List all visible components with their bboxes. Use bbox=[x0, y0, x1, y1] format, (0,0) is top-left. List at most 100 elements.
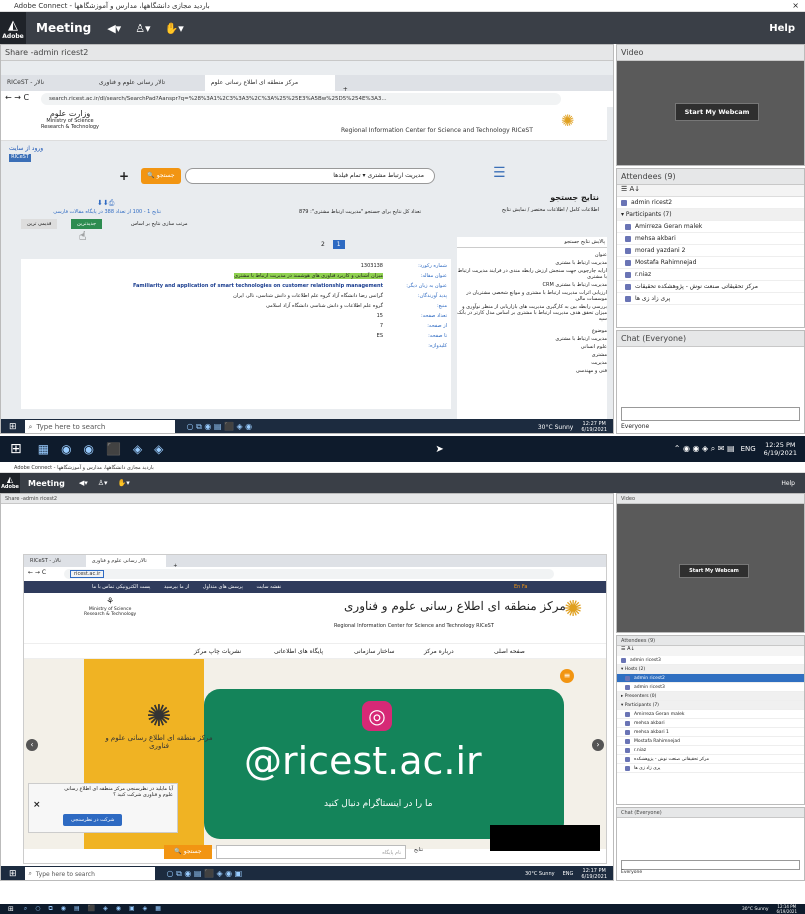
pager-item-active[interactable]: 1 bbox=[332, 240, 345, 249]
popup-survey-button[interactable]: شرکت در نظرسنجی bbox=[63, 814, 123, 826]
export-icons[interactable]: ⬇⬇⎙ bbox=[97, 199, 114, 208]
browser-tab[interactable]: RICeST - نالار bbox=[24, 555, 84, 567]
results-radio[interactable]: اطلاعات کامل / اطلاعات مختصر / نمایش نتا… bbox=[439, 207, 599, 213]
windows-start-icon[interactable]: ⊞ bbox=[10, 441, 22, 457]
nav-item[interactable]: پایگاه های اطلاعاتی bbox=[274, 644, 323, 660]
help-menu[interactable]: Help bbox=[769, 23, 795, 34]
attendees-toolbar[interactable]: ☰ A↓ bbox=[617, 185, 804, 197]
attendee-item[interactable]: r.niaz bbox=[617, 746, 804, 755]
attendee-item[interactable]: Mostafa Rahimnejad bbox=[617, 737, 804, 746]
attendee-item[interactable]: r.niaz bbox=[617, 269, 804, 281]
start-webcam-button[interactable]: Start My Webcam bbox=[679, 564, 749, 578]
close-icon[interactable]: × bbox=[792, 1, 799, 10]
attendee-item[interactable]: Amirreza Geran malek bbox=[617, 221, 804, 233]
sort-newest-button[interactable]: جدیدترین bbox=[71, 219, 103, 229]
browser-tab[interactable]: تالار رسانی علوم و فناوری bbox=[92, 75, 203, 91]
attendee-item[interactable]: پری زاد زی ها bbox=[617, 293, 804, 305]
browser-tab[interactable]: RICeST - نالار bbox=[1, 75, 91, 91]
input-lang[interactable]: ENG bbox=[741, 445, 756, 453]
taskbar-apps[interactable]: ▦◉◉⬛◈◈ bbox=[38, 442, 176, 456]
filter-item[interactable]: مدیریت ارتباط با مشتری bbox=[457, 336, 607, 342]
search-input[interactable]: مدیریت ارتباط مشتری ▾ تمام فیلدها bbox=[185, 168, 435, 184]
menu-icon[interactable]: ☰ bbox=[493, 165, 506, 181]
tray-icons[interactable]: ⌃ ◉ ◉ ◈ ⌕ ✉ ▤ bbox=[674, 444, 735, 454]
login-link[interactable]: ورود از سایت bbox=[9, 145, 43, 152]
meeting-menu[interactable]: Meeting bbox=[28, 479, 65, 488]
toplink[interactable]: نقشه سایت bbox=[257, 584, 282, 590]
filter-item[interactable]: مدیریت ارتباط با مشتری CRM bbox=[457, 282, 607, 288]
attendee-item[interactable]: پری زاد زی ها bbox=[617, 764, 804, 773]
windows-start-icon[interactable]: ⊞ bbox=[8, 905, 14, 913]
meeting-menu[interactable]: Meeting bbox=[36, 21, 91, 35]
plus-icon[interactable]: + bbox=[119, 169, 129, 183]
browser-tab-active[interactable]: مرکز منطقه ای اطلاع رسانی علوم bbox=[204, 75, 335, 91]
attendee-host[interactable]: admin ricest3 bbox=[617, 656, 804, 665]
record-title[interactable]: میزان آشنایی و کاربرد فناوری های هوشمند … bbox=[33, 271, 383, 281]
chat-recipient[interactable]: Everyone bbox=[617, 423, 804, 430]
toplink[interactable]: پست الکترونیکی bbox=[116, 584, 151, 590]
nav-item[interactable]: صفحه اصلی bbox=[494, 644, 525, 660]
attendee-item[interactable]: morad yazdani 2 bbox=[617, 245, 804, 257]
back-icon[interactable]: ← → C bbox=[28, 569, 46, 576]
participants-group[interactable]: ▾ Participants (7) bbox=[617, 701, 804, 710]
windows-start-icon[interactable]: ⊞ bbox=[9, 422, 17, 432]
chat-input[interactable] bbox=[621, 860, 800, 870]
search-button[interactable]: 🔍 جستجو bbox=[141, 168, 181, 184]
filter-item[interactable]: فنی و مهندسی bbox=[457, 368, 607, 374]
search-input[interactable]: نام پایگاه bbox=[216, 845, 406, 859]
filter-item[interactable]: بررسی رابطه بین به کارگیری مدیریت های با… bbox=[457, 304, 607, 322]
browser-tab-active[interactable]: تالار رسانی علوم و فناوری bbox=[85, 555, 166, 567]
nav-item[interactable]: نشریات چاپ مرکز bbox=[194, 644, 241, 660]
filter-item[interactable]: مدیریت ارتباط با مشتری bbox=[457, 260, 607, 266]
toplink[interactable]: از ما بپرسید bbox=[164, 584, 189, 590]
person-icon[interactable]: ♙▾ bbox=[98, 479, 108, 487]
attendee-item[interactable]: admin ricest3 bbox=[617, 683, 804, 692]
toplink[interactable]: پرسش های متداول bbox=[203, 584, 243, 590]
nav-item[interactable]: درباره مرکز bbox=[424, 644, 454, 660]
popup-close-icon[interactable]: × bbox=[33, 800, 41, 810]
carousel-next[interactable]: › bbox=[592, 739, 604, 751]
sort-oldest-button[interactable]: قدیمی ترین bbox=[21, 219, 58, 229]
filter-item[interactable]: مدیریت bbox=[457, 360, 607, 366]
attendee-item-selected[interactable]: admin ricest2 bbox=[617, 674, 804, 683]
menu-button[interactable]: ≡ bbox=[560, 669, 574, 683]
hosts-group[interactable]: ▾ Hosts (2) bbox=[617, 665, 804, 674]
attendee-item[interactable]: mehsa akbari bbox=[617, 719, 804, 728]
lang-switch[interactable]: En Fa bbox=[514, 581, 527, 593]
start-webcam-button[interactable]: Start My Webcam bbox=[675, 103, 759, 121]
speaker-icon[interactable]: ◀▾ bbox=[107, 22, 121, 35]
back-icon[interactable]: ← → C bbox=[5, 93, 29, 102]
address-bar[interactable]: search.ricest.ac.ir/dl/search/SearchPad?… bbox=[41, 93, 561, 105]
attendee-item[interactable]: Amirreza Geran malek bbox=[617, 710, 804, 719]
speaker-icon[interactable]: ◀▾ bbox=[79, 479, 88, 487]
filter-item[interactable]: علوم انسانی bbox=[457, 344, 607, 350]
input-lang[interactable]: ENG bbox=[563, 871, 574, 877]
taskbar-apps[interactable]: ○ ⧉ ◉ ▤ ⬛ ◈ ◉ bbox=[187, 422, 253, 432]
taskbar-search[interactable]: ⌕ Type here to search bbox=[24, 867, 155, 880]
person-icon[interactable]: ♙▾ bbox=[135, 22, 150, 35]
filter-item[interactable]: ارایه چارچوبی جهت سنجش ارزش رابطه مندی د… bbox=[457, 268, 607, 280]
nav-item[interactable]: ساختار سازمانی bbox=[354, 644, 394, 660]
attendee-item[interactable]: mehsa akbari 1 bbox=[617, 728, 804, 737]
chat-input[interactable] bbox=[621, 407, 800, 421]
attendee-item[interactable]: مرکز تحقیقاتی صنعت نوش - پژوهشکده bbox=[617, 755, 804, 764]
attendee-item[interactable]: Mostafa Rahimnejad bbox=[617, 257, 804, 269]
pager-item[interactable]: 2 bbox=[321, 241, 325, 248]
address-bar[interactable]: ricest.ac.ir bbox=[64, 569, 554, 579]
hand-icon[interactable]: ✋▾ bbox=[118, 479, 130, 487]
attendee-item[interactable]: مرکز تحقیقاتی صنعت نوش - پژوهشکده تحقیقا… bbox=[617, 281, 804, 293]
hand-icon[interactable]: ✋▾ bbox=[165, 22, 184, 35]
attendee-host[interactable]: admin ricest2 bbox=[617, 197, 804, 209]
carousel-prev[interactable]: ‹ bbox=[26, 739, 38, 751]
attendees-toolbar[interactable]: ☰ A↓ bbox=[617, 646, 804, 656]
windows-start-icon[interactable]: ⊞ bbox=[9, 869, 17, 879]
filter-item[interactable]: مشتری bbox=[457, 352, 607, 358]
filter-item[interactable]: ارزیابی اثرات مدیریت ارتباط با مشتری و م… bbox=[457, 290, 607, 302]
taskbar-search[interactable]: ⌕ Type here to search bbox=[24, 420, 175, 433]
participants-group[interactable]: ▾ Participants (7) bbox=[617, 209, 804, 221]
chat-recipient[interactable]: Everyone bbox=[617, 870, 804, 875]
presenters-group[interactable]: ▸ Presenters (0) bbox=[617, 692, 804, 701]
taskbar-apps[interactable]: ○ ⧉ ◉ ▤ ⬛ ◈ ◉ ▣ bbox=[167, 869, 243, 879]
taskbar-apps[interactable]: ⌕○⧉◉▤⬛◈◉▣◈▦ bbox=[24, 905, 169, 913]
help-menu[interactable]: Help bbox=[781, 480, 795, 487]
